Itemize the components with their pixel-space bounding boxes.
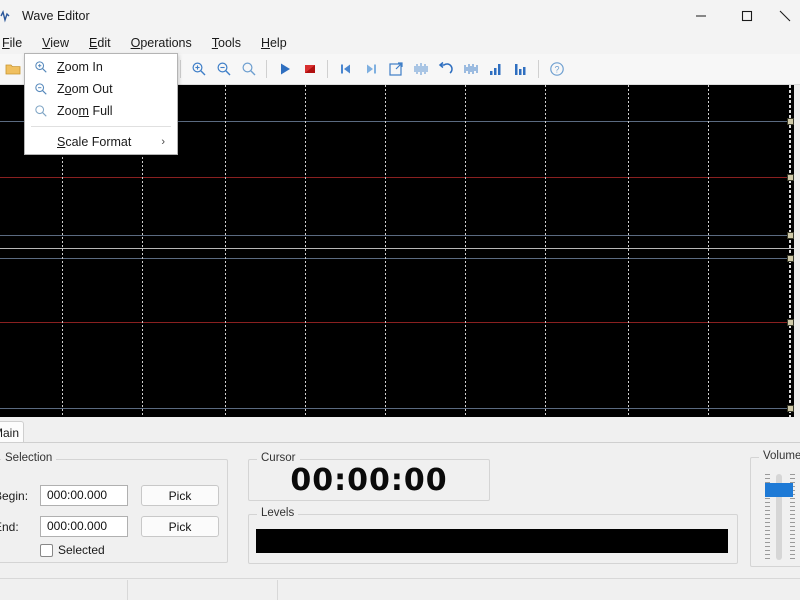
volume-slider-thumb[interactable] [765,483,793,497]
menu-item-zoom-out-label: Zoom Out [57,82,177,96]
zoom-in-icon [31,58,51,76]
waveform-center-line [0,177,800,178]
toolbar-separator-4 [538,60,539,78]
stop-icon[interactable] [297,57,322,82]
selection-group: Selection [0,459,228,563]
waveform-time-gridline [708,85,709,417]
tab-main[interactable]: Main [0,421,24,443]
forward-icon[interactable] [358,57,383,82]
window-controls [678,0,800,32]
waveform-icon[interactable] [408,57,433,82]
waveform-time-gridline [305,85,306,417]
title-bar: Wave Editor [0,0,800,32]
begin-input[interactable]: 000:00.000 [40,485,128,506]
rewind-icon[interactable] [333,57,358,82]
menu-item-zoom-in-label: Zoom In [57,60,177,74]
selected-label: Selected [58,543,105,557]
selected-checkbox-row[interactable]: Selected [40,543,105,557]
end-label: End: [0,520,40,534]
tab-main-label: Main [0,426,19,440]
zoom-out-icon [31,80,51,98]
menu-item-zoom-out[interactable]: Zoom Out [25,78,177,100]
waveform-center-line [0,322,800,323]
menu-item-scale-format-label: Scale Format [57,135,161,149]
status-cell-3 [278,580,800,600]
end-pick-button[interactable]: Pick [141,516,219,537]
waveform-gridline [0,408,800,409]
waveform-edge-marker[interactable] [787,319,794,326]
waveform-edge-guide [789,85,791,417]
chevron-right-icon: › [161,136,165,148]
bottom-panel: Selection Begin: 000:00.000 Pick End: 00… [0,443,800,578]
toolbar-separator-1 [180,60,181,78]
bars-down-icon[interactable] [508,57,533,82]
waveform-time-gridline [225,85,226,417]
waveform-time-gridline [465,85,466,417]
waveform-channel-divider [0,248,800,249]
selection-end-row: End: 000:00.000 Pick [0,516,219,537]
menu-item-zoom-full-label: Zoom Full [57,104,177,118]
menu-item-scale-format[interactable]: Scale Format › [25,131,177,153]
levels-group-title: Levels [257,507,298,519]
minimize-icon[interactable] [678,0,724,32]
zoom-full-icon [31,102,51,120]
view-menu-dropdown: Zoom In Zoom Out Zoom Full Scale Format … [24,53,178,155]
waveform-edge-marker[interactable] [787,118,794,125]
app-wave-icon [0,7,14,25]
begin-label: Begin: [0,489,40,503]
menu-view[interactable]: View [32,33,79,53]
waveform-edge-marker[interactable] [787,174,794,181]
open-file-icon[interactable] [0,57,25,82]
begin-pick-button[interactable]: Pick [141,485,219,506]
menu-edit[interactable]: Edit [79,33,121,53]
status-bar [0,578,800,600]
wave-editor-window: Wave Editor File View Edit Operations To… [0,0,800,600]
waveform-time-gridline [545,85,546,417]
waveform-edge-marker[interactable] [787,405,794,412]
undo-arrow-icon[interactable] [433,57,458,82]
menu-bar: File View Edit Operations Tools Help [0,32,800,54]
zoom-in-icon[interactable] [186,57,211,82]
waveform-time-gridline [628,85,629,417]
levels-meter [256,529,728,553]
menu-help[interactable]: Help [251,33,297,53]
status-cell-2 [128,580,278,600]
close-icon[interactable] [770,0,800,32]
zoom-full-icon[interactable] [236,57,261,82]
menu-operations[interactable]: Operations [121,33,202,53]
window-title: Wave Editor [22,9,90,23]
selection-group-title: Selection [1,452,56,464]
selected-checkbox[interactable] [40,544,53,557]
menu-file[interactable]: File [0,33,32,53]
waveform2-icon[interactable] [458,57,483,82]
zoom-out-icon[interactable] [211,57,236,82]
toolbar-separator-3 [327,60,328,78]
selection-begin-row: Begin: 000:00.000 Pick [0,485,219,506]
bars-up-icon[interactable] [483,57,508,82]
menu-separator [31,126,171,127]
menu-tools[interactable]: Tools [202,33,251,53]
cursor-time-display: 00:00:00 [248,463,490,498]
waveform-gridline [0,258,800,259]
svg-text:?: ? [554,65,559,75]
waveform-right-padding [794,85,800,417]
maximize-icon[interactable] [724,0,770,32]
volume-group-title: Volume [759,450,800,462]
waveform-edge-marker[interactable] [787,255,794,262]
help-icon[interactable]: ? [544,57,569,82]
play-icon[interactable] [272,57,297,82]
toolbar-separator-2 [266,60,267,78]
waveform-gridline [0,235,800,236]
waveform-time-gridline [385,85,386,417]
menu-item-zoom-full[interactable]: Zoom Full [25,100,177,122]
status-cell-1 [0,580,128,600]
waveform-edge-marker[interactable] [787,232,794,239]
menu-item-zoom-in[interactable]: Zoom In [25,56,177,78]
export-icon[interactable] [383,57,408,82]
end-input[interactable]: 000:00.000 [40,516,128,537]
